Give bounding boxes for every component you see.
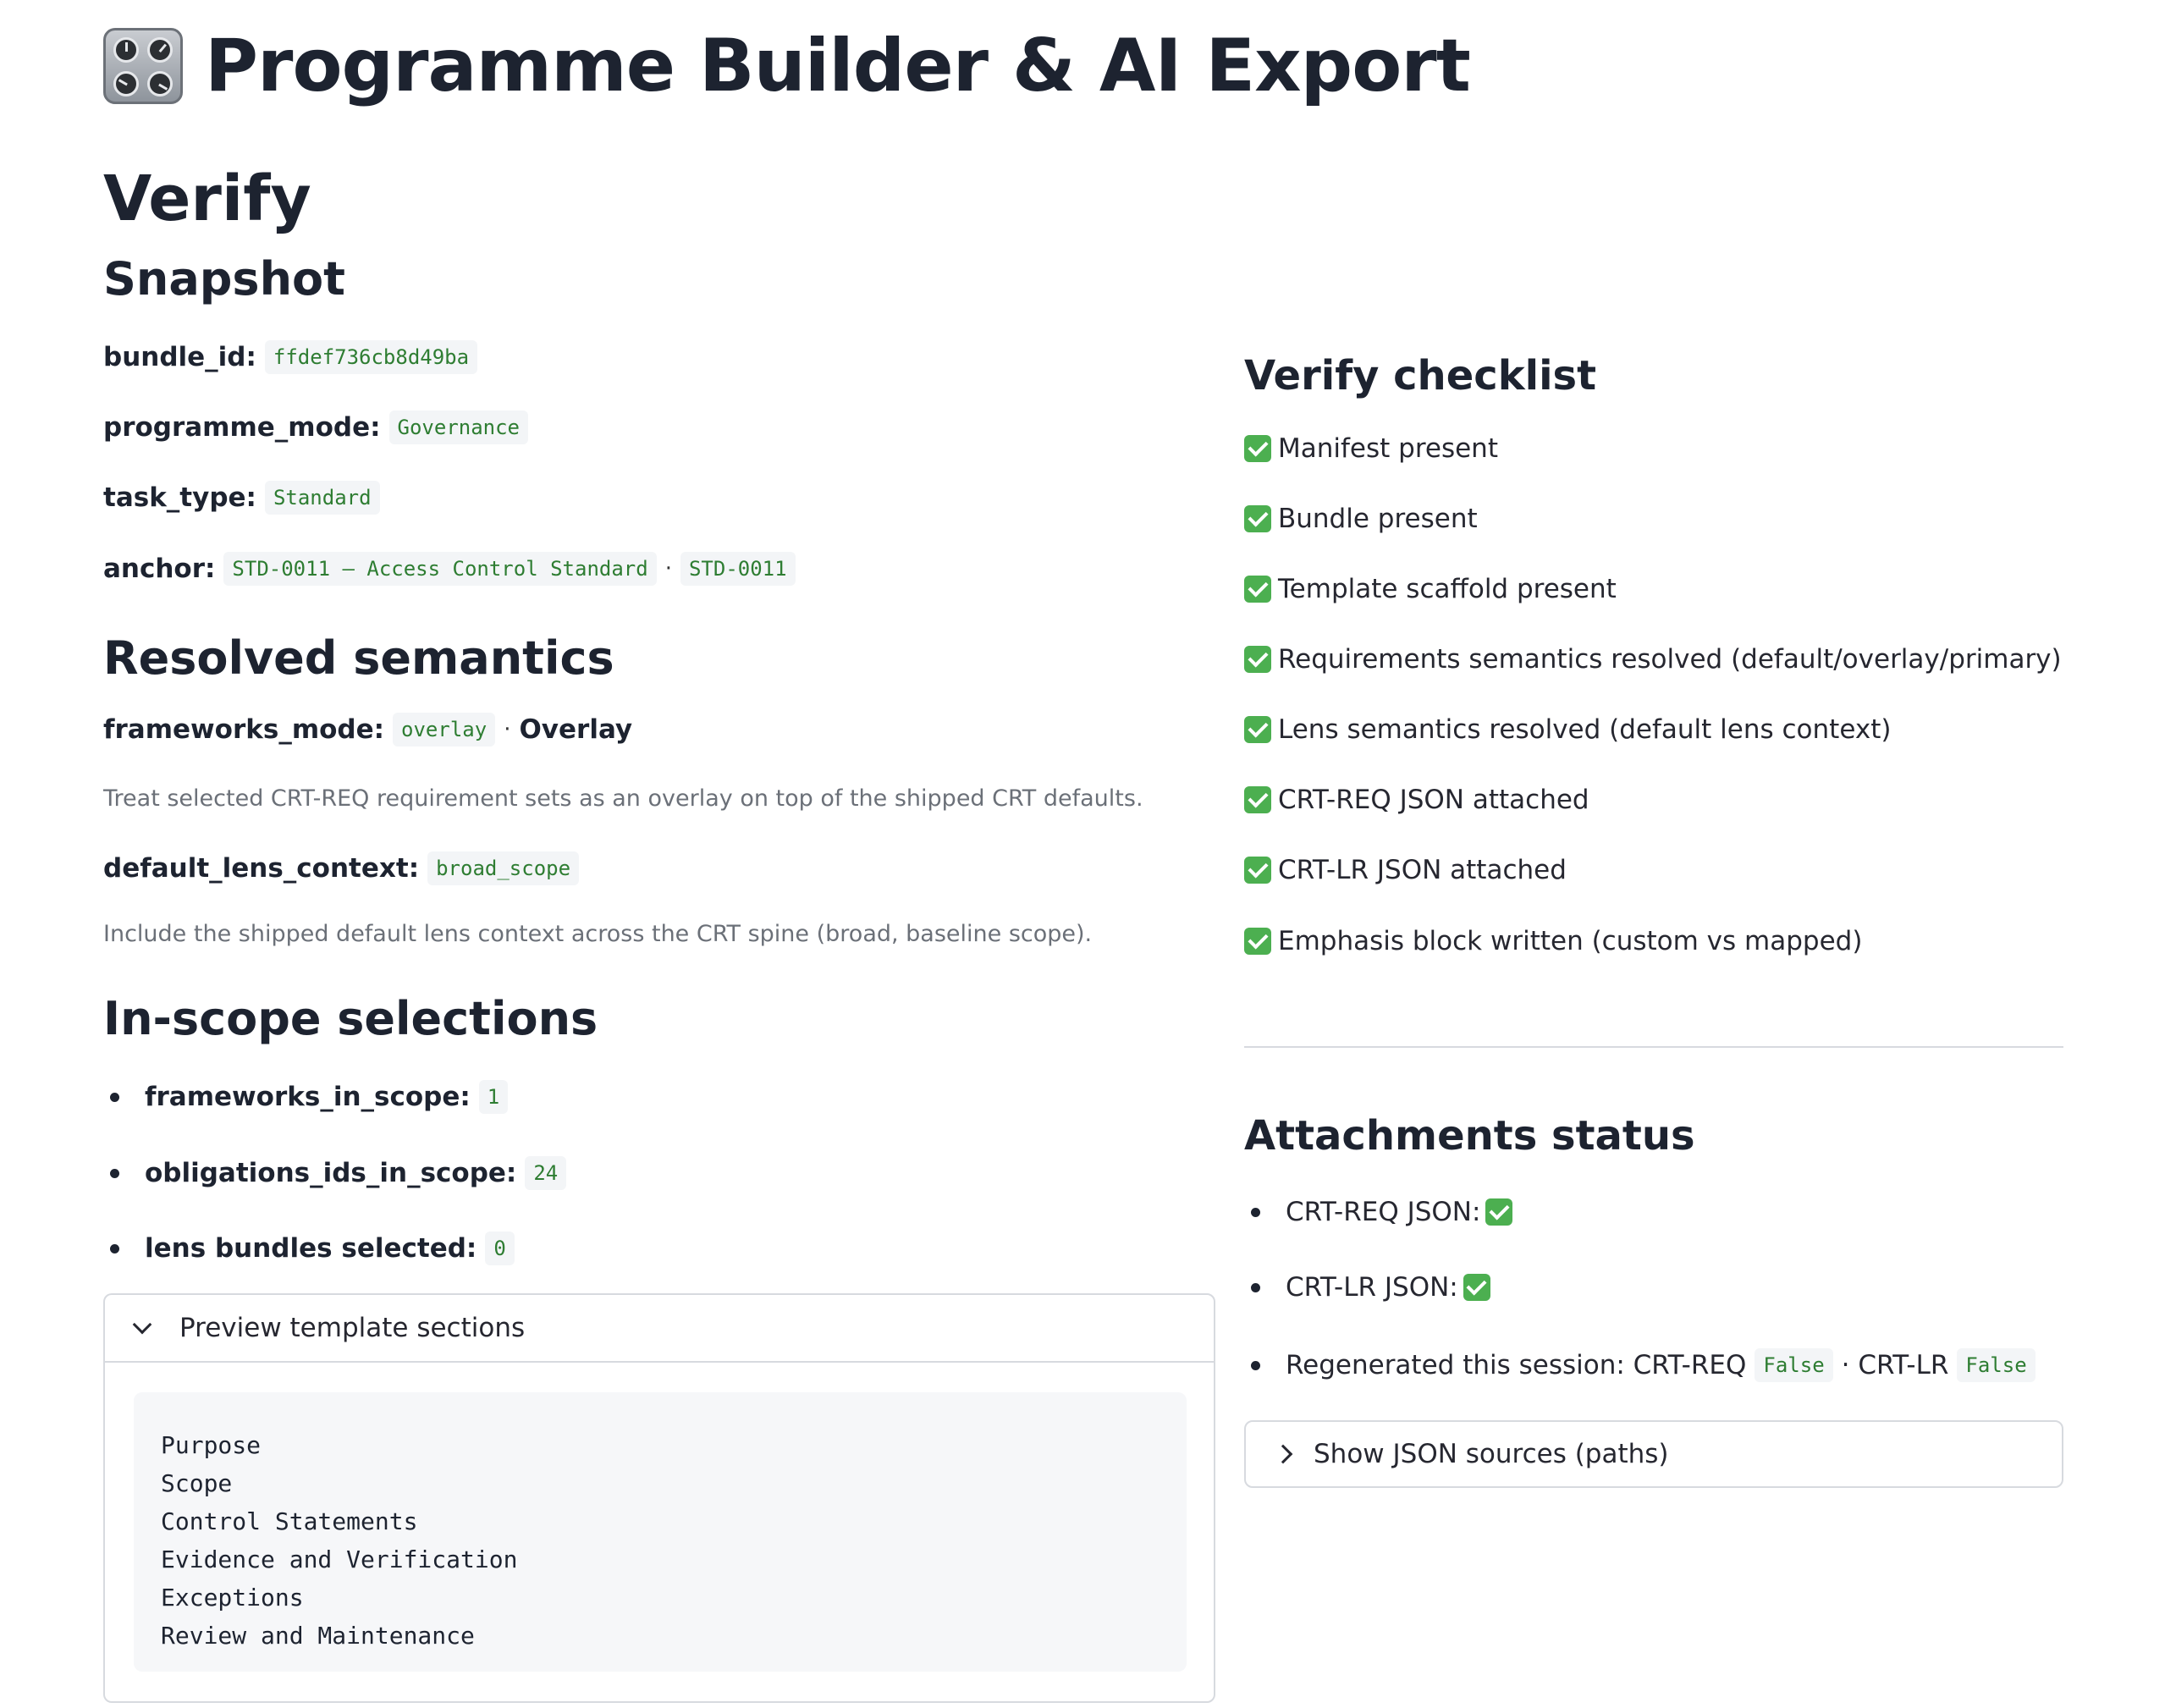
default-lens-label: default_lens_context:: [103, 853, 420, 884]
crt-lr-json-label: CRT-LR JSON:: [1286, 1272, 1458, 1303]
check-mark-icon: [1485, 1198, 1513, 1226]
anchor-label: anchor:: [103, 554, 216, 584]
in-scope-heading: In-scope selections: [103, 992, 598, 1045]
task-type-label: task_type:: [103, 482, 256, 513]
checklist-item-label: Bundle present: [1278, 504, 1478, 534]
task-type-row: task_type: Standard: [103, 481, 380, 515]
checklist-item: Requirements semantics resolved (default…: [1244, 644, 2062, 675]
template-section-line: Review and Maintenance: [161, 1622, 475, 1650]
bundle-id-row: bundle_id: ffdef736cb8d49ba: [103, 340, 478, 374]
checklist-item: CRT-REQ JSON attached: [1244, 785, 1589, 815]
control-knobs-icon: [103, 28, 183, 104]
semantics-heading: Resolved semantics: [103, 631, 614, 685]
list-item: obligations_ids_in_scope: 24: [110, 1156, 567, 1190]
bundle-id-label: bundle_id:: [103, 342, 256, 372]
checklist-item: Bundle present: [1244, 504, 1478, 534]
checklist-item-label: Manifest present: [1278, 433, 1498, 464]
template-section-line: Exceptions: [161, 1584, 304, 1612]
list-item: CRT-LR JSON:: [1251, 1272, 1497, 1303]
check-mark-icon: [1244, 435, 1271, 462]
check-mark-icon: [1244, 786, 1271, 813]
checklist-item: Template scaffold present: [1244, 574, 1617, 604]
chevron-right-icon: [1273, 1444, 1293, 1464]
obligations-in-scope-label: obligations_ids_in_scope:: [145, 1158, 517, 1188]
checklist-item-label: CRT-REQ JSON attached: [1278, 785, 1589, 815]
checklist-item-label: Template scaffold present: [1278, 574, 1617, 604]
checklist-item: CRT-LR JSON attached: [1244, 855, 1567, 885]
frameworks-mode-description: Treat selected CRT-REQ requirement sets …: [103, 785, 1143, 812]
frameworks-mode-separator: ·: [504, 717, 511, 742]
frameworks-mode-code: overlay: [393, 713, 496, 747]
checklist-item-label: Requirements semantics resolved (default…: [1278, 644, 2062, 675]
preview-template-label: Preview template sections: [179, 1313, 526, 1343]
list-item: frameworks_in_scope: 1: [110, 1080, 509, 1114]
list-item: Regenerated this session: CRT-REQ False …: [1251, 1348, 2036, 1382]
chevron-down-icon: [132, 1314, 152, 1335]
check-mark-icon: [1244, 646, 1271, 673]
lens-bundles-label: lens bundles selected:: [145, 1233, 477, 1264]
list-item: lens bundles selected: 0: [110, 1231, 515, 1265]
checklist-item: Lens semantics resolved (default lens co…: [1244, 714, 1891, 745]
json-sources-label: Show JSON sources (paths): [1314, 1439, 1669, 1469]
check-mark-icon: [1463, 1274, 1490, 1301]
regenerated-label: Regenerated this session: CRT-REQ: [1286, 1350, 1747, 1380]
check-mark-icon: [1244, 716, 1271, 743]
anchor-id: STD-0011: [680, 552, 796, 586]
programme-mode-row: programme_mode: Governance: [103, 410, 529, 444]
checklist-heading: Verify checklist: [1244, 352, 1597, 399]
default-lens-row: default_lens_context: broad_scope: [103, 851, 580, 885]
task-type-value: Standard: [264, 481, 380, 515]
checklist-item: Emphasis block written (custom vs mapped…: [1244, 926, 1862, 956]
checklist-item-label: CRT-LR JSON attached: [1278, 855, 1567, 885]
anchor-row: anchor: STD-0011 — Access Control Standa…: [103, 552, 796, 586]
frameworks-in-scope-label: frameworks_in_scope:: [145, 1082, 471, 1112]
template-section-line: Purpose: [161, 1431, 262, 1459]
frameworks-in-scope-value: 1: [478, 1080, 509, 1114]
crt-req-json-label: CRT-REQ JSON:: [1286, 1197, 1481, 1227]
check-mark-icon: [1244, 505, 1271, 532]
frameworks-mode-row: frameworks_mode: overlay · Overlay: [103, 713, 632, 747]
programme-mode-value: Governance: [388, 410, 529, 444]
preview-template-toggle[interactable]: Preview template sections: [105, 1295, 1214, 1363]
section-divider: [1244, 1046, 2063, 1048]
app-title: Programme Builder & AI Export: [205, 24, 1471, 108]
anchor-value: STD-0011 — Access Control Standard: [223, 552, 657, 586]
lens-bundles-value: 0: [485, 1231, 515, 1265]
snapshot-heading: Snapshot: [103, 252, 345, 306]
anchor-separator: ·: [664, 556, 672, 581]
regen-req-value: False: [1755, 1348, 1833, 1382]
page-title: Verify: [103, 163, 311, 235]
app-header: Programme Builder & AI Export: [103, 24, 1471, 108]
regen-lr-value: False: [1957, 1348, 2036, 1382]
check-mark-icon: [1244, 857, 1271, 884]
obligations-in-scope-value: 24: [525, 1156, 567, 1190]
check-mark-icon: [1244, 576, 1271, 603]
list-item: CRT-REQ JSON:: [1251, 1197, 1519, 1227]
attachments-heading: Attachments status: [1244, 1112, 1695, 1160]
template-section-line: Evidence and Verification: [161, 1545, 518, 1573]
default-lens-description: Include the shipped default lens context…: [103, 921, 1093, 947]
checklist-item-label: Emphasis block written (custom vs mapped…: [1278, 926, 1863, 956]
checklist-item-label: Lens semantics resolved (default lens co…: [1278, 714, 1892, 745]
template-sections-code: Purpose Scope Control Statements Evidenc…: [134, 1392, 1187, 1672]
checklist-item: Manifest present: [1244, 433, 1498, 464]
preview-template-expander: Preview template sections Purpose Scope …: [103, 1293, 1215, 1703]
template-section-line: Scope: [161, 1469, 233, 1497]
template-section-line: Control Statements: [161, 1507, 418, 1535]
programme-mode-label: programme_mode:: [103, 412, 381, 443]
frameworks-mode-name: Overlay: [519, 714, 633, 745]
default-lens-code: broad_scope: [427, 851, 580, 885]
regen-separator: · CRT-LR: [1841, 1350, 1949, 1380]
check-mark-icon: [1244, 928, 1271, 955]
frameworks-mode-label: frameworks_mode:: [103, 714, 385, 745]
bundle-id-value: ffdef736cb8d49ba: [264, 340, 478, 374]
json-sources-expander[interactable]: Show JSON sources (paths): [1244, 1420, 2063, 1488]
